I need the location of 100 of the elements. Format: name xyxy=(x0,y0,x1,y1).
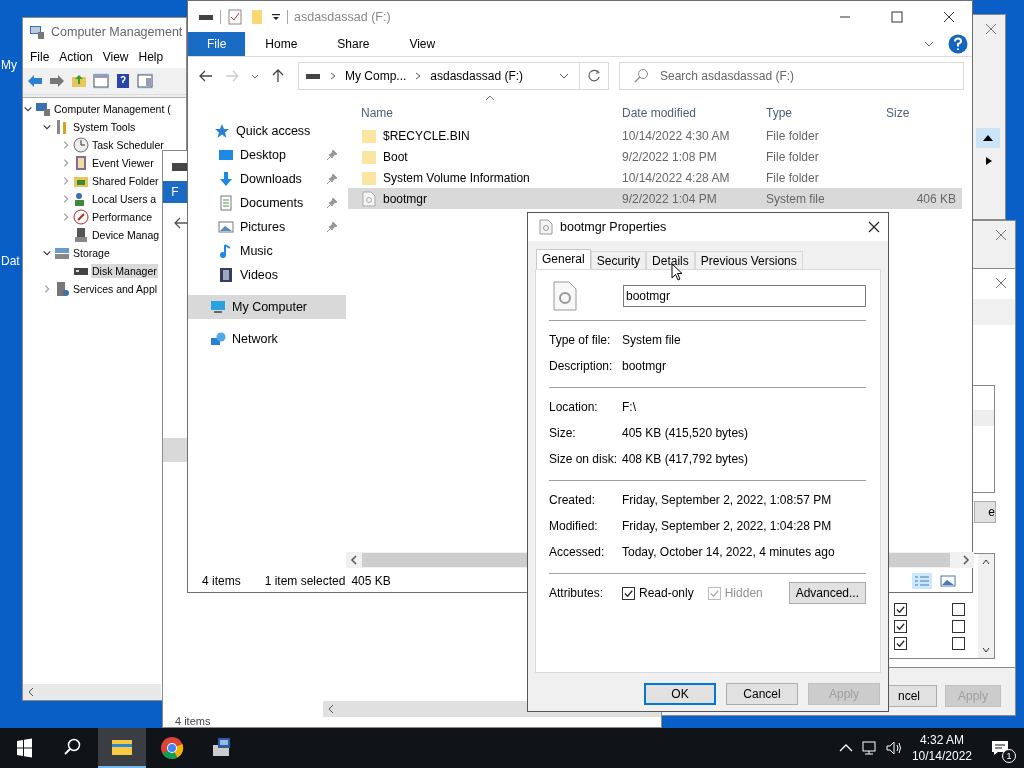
help-icon[interactable] xyxy=(948,34,968,54)
checkbox[interactable] xyxy=(952,637,965,650)
back-arrow-icon[interactable] xyxy=(173,215,189,231)
device-icon xyxy=(73,227,89,243)
navigation-item[interactable]: Music xyxy=(188,239,346,263)
navigation-item[interactable]: Desktop xyxy=(188,143,346,167)
pin-icon[interactable] xyxy=(326,197,338,209)
ribbon-tab[interactable]: View xyxy=(389,32,456,56)
tree-item[interactable]: Computer Management ( xyxy=(53,102,172,116)
scroll-down-icon[interactable] xyxy=(981,646,991,654)
navigation-item[interactable]: My Computer xyxy=(188,295,346,319)
navigation-item[interactable]: Downloads xyxy=(188,167,346,191)
menu-item[interactable]: Help xyxy=(135,50,167,64)
dialog-button[interactable]: Cancel xyxy=(726,683,798,705)
dropdown-icon[interactable] xyxy=(271,11,281,22)
checkbox[interactable] xyxy=(894,603,907,616)
scroll-right-icon[interactable] xyxy=(961,555,971,565)
properties-check-icon[interactable] xyxy=(227,8,243,25)
attribute-checkbox[interactable]: Read-only xyxy=(622,586,694,600)
tree-item[interactable]: Services and Appl xyxy=(72,282,159,296)
pane-toggle-icon[interactable] xyxy=(93,73,109,89)
clock-date[interactable]: 10/14/2022 xyxy=(911,748,972,764)
pin-icon[interactable] xyxy=(326,173,338,185)
document-icon xyxy=(218,195,234,211)
ribbon-tab[interactable]: Share xyxy=(317,32,390,56)
file-row[interactable]: $RECYCLE.BIN 10/14/2022 4:30 AM File folder xyxy=(348,125,962,146)
collapse-chevron-icon[interactable] xyxy=(42,122,52,132)
navigation-item[interactable]: Documents xyxy=(188,191,346,215)
file-row[interactable]: bootmgr 9/2/2022 1:04 PM System file 406 KB xyxy=(348,188,962,209)
scroll-left-icon[interactable] xyxy=(326,704,336,714)
breadcrumb-chevron-icon[interactable] xyxy=(414,72,423,80)
column-header[interactable]: Name xyxy=(361,106,622,120)
column-header[interactable]: Size xyxy=(886,106,962,120)
file-type: System file xyxy=(766,191,826,206)
clock-time[interactable]: 4:32 AM xyxy=(919,732,964,748)
column-header[interactable]: Type xyxy=(766,106,886,120)
notification-button[interactable]: 1 xyxy=(980,728,1020,768)
desktop-icon-label[interactable]: My xyxy=(1,58,17,72)
checkbox[interactable] xyxy=(952,603,965,616)
horizontal-scrollbar[interactable] xyxy=(23,684,161,700)
navigation-item[interactable]: Network xyxy=(188,327,346,351)
checkbox[interactable] xyxy=(894,637,907,650)
ribbon-tab[interactable]: File xyxy=(188,32,246,56)
desktop-icon xyxy=(218,147,234,163)
refresh-icon[interactable] xyxy=(579,62,609,90)
tree-item[interactable]: Event Viewer xyxy=(91,156,155,170)
navigation-item[interactable]: Videos xyxy=(188,263,346,287)
large-icons-view-icon[interactable] xyxy=(938,573,958,589)
column-header[interactable]: Date modified xyxy=(622,106,766,120)
file-row[interactable]: System Volume Information 10/14/2022 4:28 AM File folder xyxy=(348,167,962,188)
help-icon[interactable] xyxy=(115,73,131,89)
tree-item[interactable]: Device Manag xyxy=(91,228,161,242)
menu-item[interactable]: File xyxy=(27,50,53,64)
up-arrow-icon[interactable] xyxy=(270,68,286,84)
search-field[interactable]: Search asdasdassad (F:) xyxy=(619,62,964,90)
tree-item[interactable]: System Tools xyxy=(72,120,137,134)
taskbar-app[interactable] xyxy=(98,728,146,768)
dropdown-icon[interactable] xyxy=(559,71,569,81)
back-arrow-icon[interactable] xyxy=(198,68,214,84)
property-label: Created: xyxy=(549,493,597,507)
vertical-scrollbar[interactable] xyxy=(978,554,994,658)
menu-item[interactable]: View xyxy=(99,50,132,64)
tree-item[interactable]: Performance xyxy=(91,210,154,224)
ribbon-tab[interactable]: Home xyxy=(245,32,318,56)
advanced-button[interactable]: Advanced... xyxy=(788,582,866,604)
scroll-up-button[interactable] xyxy=(976,128,1000,148)
scroll-up-icon[interactable] xyxy=(981,558,991,566)
property-value: Today, October 14, 2022, 4 minutes ago xyxy=(622,545,835,559)
file-row[interactable]: Boot 9/2/2022 1:08 PM File folder xyxy=(348,146,962,167)
pin-icon[interactable] xyxy=(326,149,338,161)
right-arrow-icon[interactable] xyxy=(984,156,994,166)
collapse-chevron-icon[interactable] xyxy=(23,104,33,114)
navigation-item[interactable]: Quick access xyxy=(188,119,346,143)
tree-item[interactable]: Disk Manager xyxy=(91,264,158,278)
file-name-field[interactable]: bootmgr xyxy=(623,285,866,307)
side-button[interactable]: e xyxy=(974,501,996,523)
dialog-button[interactable]: OK xyxy=(644,683,716,705)
tree-item[interactable]: Shared Folder xyxy=(91,174,160,188)
scroll-left-icon[interactable] xyxy=(26,687,36,697)
scroll-left-icon[interactable] xyxy=(349,555,359,565)
forward-arrow-icon[interactable] xyxy=(49,73,65,89)
expand-ribbon-icon[interactable] xyxy=(924,39,934,49)
checkbox[interactable] xyxy=(952,620,965,633)
pane-toggle-icon[interactable] xyxy=(137,73,153,89)
collapse-chevron-icon[interactable] xyxy=(42,248,52,258)
pin-icon[interactable] xyxy=(326,221,338,233)
desktop-icon-label[interactable]: Dat xyxy=(1,254,20,268)
checkbox[interactable] xyxy=(894,620,907,633)
ribbon-tab[interactable]: F xyxy=(163,181,187,203)
tree-item[interactable]: Storage xyxy=(72,246,111,260)
close-icon[interactable] xyxy=(868,221,880,233)
menu-item[interactable]: Action xyxy=(56,50,96,64)
breadcrumb[interactable]: My Comp... xyxy=(345,69,407,83)
breadcrumb-chevron-icon[interactable] xyxy=(329,72,337,80)
navigation-item[interactable]: Pictures xyxy=(188,215,346,239)
breadcrumb[interactable]: asdasdassad (F:) xyxy=(430,69,524,83)
address-bar[interactable]: My Comp... asdasdassad (F:) xyxy=(298,62,580,90)
tree-item[interactable]: Task Scheduler xyxy=(91,138,165,152)
folder-up-icon[interactable] xyxy=(71,73,87,89)
tree-item[interactable]: Local Users a xyxy=(91,192,158,206)
